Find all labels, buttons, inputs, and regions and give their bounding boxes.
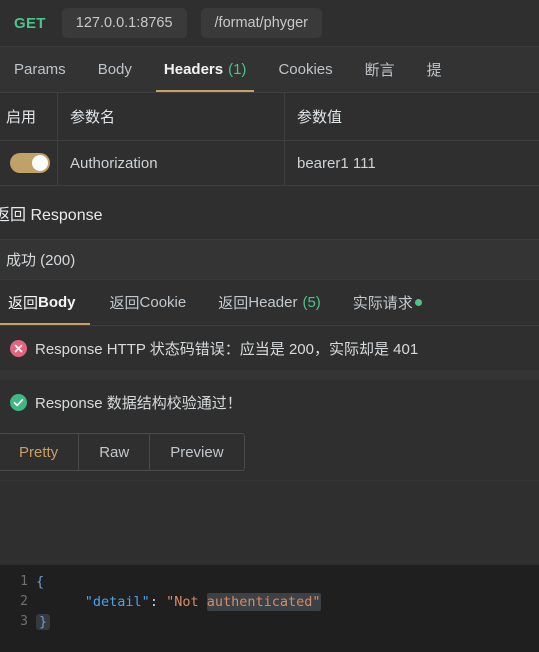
headers-table: 启用 参数名 参数值 Authorization bearer1 111 — [0, 93, 539, 186]
response-tab-actual-request[interactable]: 实际请求 — [337, 280, 438, 325]
request-tab-bar: Params Body Headers (1) Cookies 断言 提 — [0, 47, 539, 93]
http-method-label[interactable]: GET — [14, 15, 46, 32]
line-number: 3 — [20, 614, 28, 629]
tab-body[interactable]: Body — [82, 47, 148, 92]
line-number: 2 — [20, 594, 28, 609]
assertion-failed-text: Response HTTP 状态码错误：应当是 200，实际却是 401 — [35, 340, 419, 358]
view-mode-raw[interactable]: Raw — [79, 434, 151, 470]
response-tab-cookie[interactable]: 返回 Cookie — [94, 280, 203, 325]
response-tab-header-count: (5) — [302, 294, 321, 311]
code-line: 2 "detail": "Not authenticated" — [0, 592, 539, 612]
row-value-cell[interactable]: bearer1 111 — [285, 141, 539, 185]
assertion-row-passed: Response 数据结构校验通过！ — [0, 380, 539, 424]
response-tab-cookie-prefix: 返回 — [109, 295, 140, 312]
path-input[interactable]: /format/phyger — [200, 8, 323, 38]
tab-params-label: Params — [14, 61, 66, 78]
json-value-selected: authenticated" — [206, 593, 321, 611]
status-dot-icon — [414, 299, 422, 306]
response-tab-body-prefix: 返回 — [8, 295, 39, 312]
code-text: "detail": "Not authenticated" — [36, 592, 321, 612]
request-url-bar: GET 127.0.0.1:8765 /format/phyger — [0, 0, 539, 47]
response-tab-bar: 返回 Body 返回 Cookie 返回 Header (5) 实际请求 — [0, 280, 539, 326]
response-tab-cookie-label: Cookie — [139, 294, 187, 311]
view-mode-group: Pretty Raw Preview — [0, 433, 245, 471]
response-tab-header-label: Header — [248, 294, 298, 311]
tab-headers[interactable]: Headers (1) — [148, 47, 263, 92]
table-row: Authorization bearer1 111 — [0, 141, 539, 186]
tab-assertions[interactable]: 断言 — [349, 47, 411, 92]
code-text: } — [36, 612, 51, 632]
table-header-row: 启用 参数名 参数值 — [0, 93, 539, 141]
response-tab-actual-request-label: 实际请求 — [352, 295, 413, 312]
view-mode-pretty[interactable]: Pretty — [0, 434, 80, 470]
assertion-passed-text: Response 数据结构校验通过！ — [35, 394, 242, 412]
response-section: 返回 Response 成功 (200) 返回 Body 返回 Cookie 返… — [0, 186, 539, 481]
response-tab-body-label: Body — [38, 294, 76, 311]
row-enable-cell — [0, 141, 58, 185]
api-client-window: GET 127.0.0.1:8765 /format/phyger Params… — [0, 0, 539, 652]
json-closing-brace: } — [36, 614, 51, 630]
column-header-enable: 启用 — [0, 93, 58, 140]
response-tab-header[interactable]: 返回 Header (5) — [202, 280, 337, 325]
response-body-editor[interactable]: 1 { 2 "detail": "Not authenticated" 3 } — [0, 565, 539, 652]
tab-extract-label: 提 — [426, 62, 442, 79]
json-key: "detail" — [84, 594, 150, 610]
tab-headers-label: Headers — [163, 61, 224, 78]
column-header-value: 参数值 — [297, 109, 343, 126]
response-tab-header-prefix: 返回 — [218, 295, 249, 312]
assertion-separator — [0, 370, 539, 380]
view-mode-preview[interactable]: Preview — [150, 434, 243, 470]
column-header-name: 参数名 — [58, 93, 285, 140]
line-number: 1 — [20, 574, 28, 589]
tab-assertions-label: 断言 — [364, 62, 395, 79]
body-view-mode-bar: Pretty Raw Preview — [0, 424, 539, 481]
tab-body-label: Body — [97, 61, 132, 78]
assertion-row-failed: Response HTTP 状态码错误：应当是 200，实际却是 401 — [0, 326, 539, 370]
response-status: 成功 (200) — [0, 240, 539, 280]
tab-headers-count: (1) — [228, 61, 247, 78]
json-value-part: "Not — [166, 594, 207, 610]
host-input[interactable]: 127.0.0.1:8765 — [61, 8, 187, 38]
response-title: 返回 Response — [0, 186, 539, 240]
code-line: 3 } — [0, 612, 539, 632]
tab-cookies-label: Cookies — [278, 61, 333, 78]
code-line: 1 { — [0, 572, 539, 592]
enable-toggle[interactable] — [10, 153, 50, 173]
json-colon: : — [149, 594, 167, 610]
error-icon — [10, 339, 27, 357]
code-text: { — [36, 574, 45, 590]
tab-params[interactable]: Params — [0, 47, 82, 92]
response-tab-body[interactable]: 返回 Body — [0, 280, 94, 325]
tab-cookies[interactable]: Cookies — [262, 47, 348, 92]
check-icon — [10, 393, 27, 411]
tab-extract[interactable]: 提 — [411, 47, 458, 92]
row-name-cell[interactable]: Authorization — [58, 141, 285, 185]
